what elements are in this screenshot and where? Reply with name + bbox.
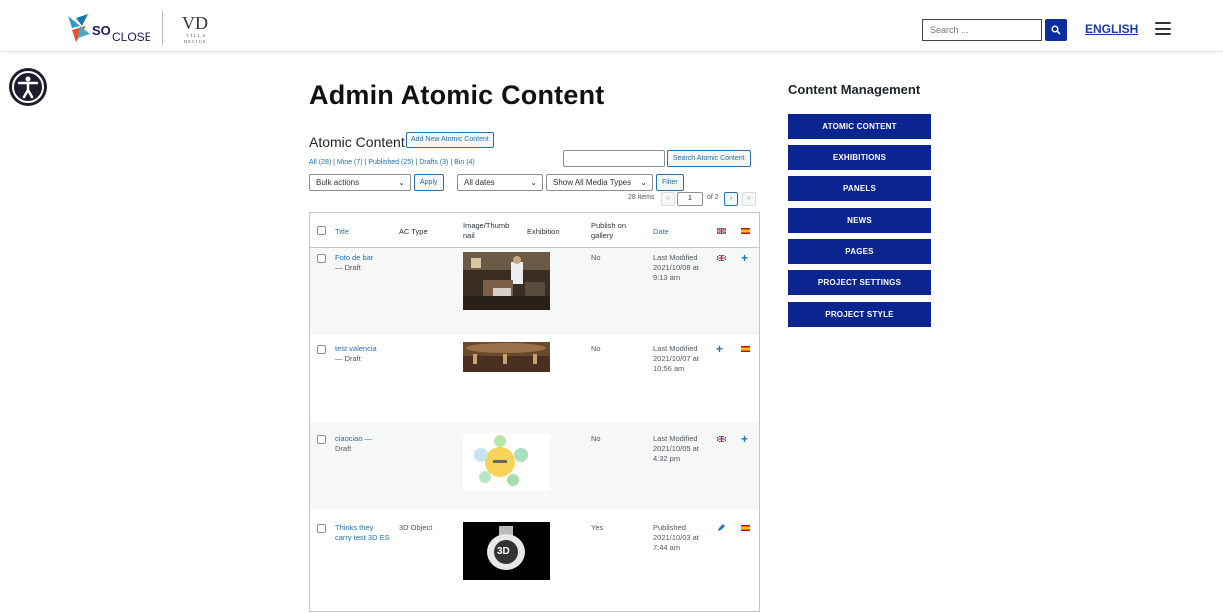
top-bar: SO CLOSE VD VILLA DECIUS Search ... ENGL… bbox=[0, 0, 1223, 52]
row-ac-type: 3D Object bbox=[399, 523, 433, 532]
table-row: Thinks they carry test 3D ES 3D Object 3… bbox=[310, 509, 759, 613]
3d-badge: 3D bbox=[497, 546, 510, 557]
add-translation-plus-icon[interactable]: + bbox=[741, 433, 748, 445]
view-drafts-link[interactable]: Drafts (3) bbox=[419, 159, 448, 166]
chevron-down-icon: ⌄ bbox=[398, 178, 405, 187]
row-checkbox[interactable] bbox=[317, 254, 326, 263]
search-atomic-content-button[interactable]: Search Atomic Content bbox=[667, 150, 751, 167]
table-row: ciaociao — Draft No Last Modified 2021/10/… bbox=[310, 422, 759, 509]
dates-select[interactable]: All dates ⌄ bbox=[457, 174, 543, 191]
sidebar-item-pages[interactable]: PAGES bbox=[788, 239, 931, 264]
exhibition-column-header: Exhibition bbox=[527, 227, 560, 236]
view-all-link[interactable]: All (28) bbox=[309, 159, 331, 166]
sidebar-title: Content Management bbox=[788, 82, 921, 97]
row-thumbnail[interactable]: 3D bbox=[463, 522, 550, 580]
add-translation-plus-icon[interactable]: + bbox=[716, 343, 723, 355]
title-column-header[interactable]: Title bbox=[335, 227, 349, 237]
svg-text:CLOSE: CLOSE bbox=[112, 30, 150, 44]
view-bin-link[interactable]: Bin (4) bbox=[454, 159, 475, 166]
row-title-link[interactable]: ciaociao — Draft bbox=[335, 434, 391, 454]
table-row: test valencia — Draft No Last Modified 202… bbox=[310, 335, 759, 422]
logo-separator bbox=[162, 11, 163, 45]
uk-flag-icon[interactable] bbox=[717, 255, 726, 261]
select-all-checkbox[interactable] bbox=[317, 226, 326, 235]
bulk-actions-select[interactable]: Bulk actions ⌄ bbox=[309, 174, 411, 191]
row-title-link[interactable]: Foto de bar — Draft bbox=[335, 253, 391, 273]
apply-button[interactable]: Apply bbox=[414, 174, 444, 191]
add-translation-plus-icon[interactable]: + bbox=[741, 252, 748, 264]
sidebar-item-project-style[interactable]: PROJECT STYLE bbox=[788, 302, 931, 327]
row-checkbox[interactable] bbox=[317, 435, 326, 444]
row-checkbox[interactable] bbox=[317, 524, 326, 533]
spain-flag-icon bbox=[741, 228, 750, 234]
svg-text:DECIUS: DECIUS bbox=[184, 39, 206, 44]
table-header: Title AC Type Image/Thumb nail Exhibitio… bbox=[310, 213, 759, 248]
spain-flag-icon[interactable] bbox=[741, 525, 750, 531]
language-selector[interactable]: ENGLISH bbox=[1085, 22, 1138, 36]
total-pages: of 2 bbox=[707, 194, 719, 201]
items-count: 28 items bbox=[628, 194, 655, 201]
row-title-link[interactable]: test valencia — Draft bbox=[335, 344, 391, 364]
row-date: Published 2021/10/03 at 7:44 am bbox=[653, 523, 699, 552]
accessibility-icon[interactable] bbox=[8, 67, 48, 107]
filter-button[interactable]: Filter bbox=[656, 174, 684, 191]
sidebar-item-panels[interactable]: PANELS bbox=[788, 176, 931, 201]
search-icon bbox=[1051, 25, 1061, 35]
site-search-button[interactable] bbox=[1045, 19, 1067, 41]
sidebar-item-project-settings[interactable]: PROJECT SETTINGS bbox=[788, 270, 931, 295]
next-page-button[interactable]: › bbox=[724, 192, 738, 206]
ac-type-column-header: AC Type bbox=[399, 227, 428, 236]
row-thumbnail[interactable] bbox=[463, 433, 550, 491]
sidebar-item-exhibitions[interactable]: EXHIBITIONS bbox=[788, 145, 931, 170]
svg-text:VILLA: VILLA bbox=[186, 33, 207, 38]
row-publish-status: No bbox=[591, 434, 601, 443]
svg-text:SO: SO bbox=[92, 23, 111, 38]
row-publish-status: No bbox=[591, 344, 601, 353]
publish-column-header: Publish on gallery bbox=[591, 221, 627, 240]
chevron-down-icon: ⌄ bbox=[640, 178, 647, 187]
last-page-button: » bbox=[742, 192, 756, 206]
row-checkbox[interactable] bbox=[317, 345, 326, 354]
soclose-logo[interactable]: SO CLOSE bbox=[66, 12, 153, 48]
current-page-input[interactable]: 1 bbox=[677, 192, 703, 206]
uk-flag-icon bbox=[717, 228, 726, 234]
sidebar-item-news[interactable]: NEWS bbox=[788, 208, 931, 233]
row-thumbnail[interactable] bbox=[463, 342, 550, 372]
row-thumbnail[interactable] bbox=[463, 252, 550, 310]
atomic-content-table: Title AC Type Image/Thumb nail Exhibitio… bbox=[309, 212, 760, 612]
villa-decius-logo[interactable]: VD VILLA DECIUS bbox=[180, 12, 224, 46]
pencil-icon[interactable] bbox=[717, 523, 726, 532]
hamburger-menu-icon[interactable] bbox=[1155, 22, 1171, 35]
row-publish-status: No bbox=[591, 253, 601, 262]
search-atomic-content-input[interactable] bbox=[563, 150, 665, 167]
row-title-link[interactable]: Thinks they carry test 3D ES bbox=[335, 523, 391, 543]
spain-flag-icon[interactable] bbox=[741, 346, 750, 352]
site-search-input[interactable]: Search ... bbox=[922, 19, 1042, 41]
page-title: Admin Atomic Content bbox=[309, 80, 605, 110]
chevron-down-icon: ⌄ bbox=[530, 178, 537, 187]
row-publish-status: Yes bbox=[591, 523, 604, 532]
section-title: Atomic Content bbox=[309, 134, 405, 150]
view-mine-link[interactable]: Mine (7) bbox=[337, 159, 363, 166]
add-new-atomic-content-button[interactable]: Add New Atomic Content bbox=[406, 132, 494, 148]
row-date: Last Modified 2021/10/08 at 9:13 am bbox=[653, 253, 699, 282]
date-column-header[interactable]: Date bbox=[653, 227, 669, 237]
view-published-link[interactable]: Published (25) bbox=[368, 159, 413, 166]
uk-flag-icon[interactable] bbox=[717, 436, 726, 442]
row-date: Last Modified 2021/10/05 at 4:32 pm bbox=[653, 434, 699, 463]
svg-text:VD: VD bbox=[182, 13, 208, 33]
row-date: Last Modified 2021/10/07 at 10:56 am bbox=[653, 344, 699, 373]
view-filters: All (28) | Mine (7) | Published (25) | D… bbox=[309, 159, 475, 166]
sidebar-item-atomic-content[interactable]: ATOMIC CONTENT bbox=[788, 114, 931, 139]
table-row: Foto de bar — Draft No Last Modified 2021/… bbox=[310, 248, 759, 335]
image-column-header: Image/Thumb nail bbox=[463, 221, 510, 240]
media-types-select[interactable]: Show All Media Types ⌄ bbox=[546, 174, 653, 191]
